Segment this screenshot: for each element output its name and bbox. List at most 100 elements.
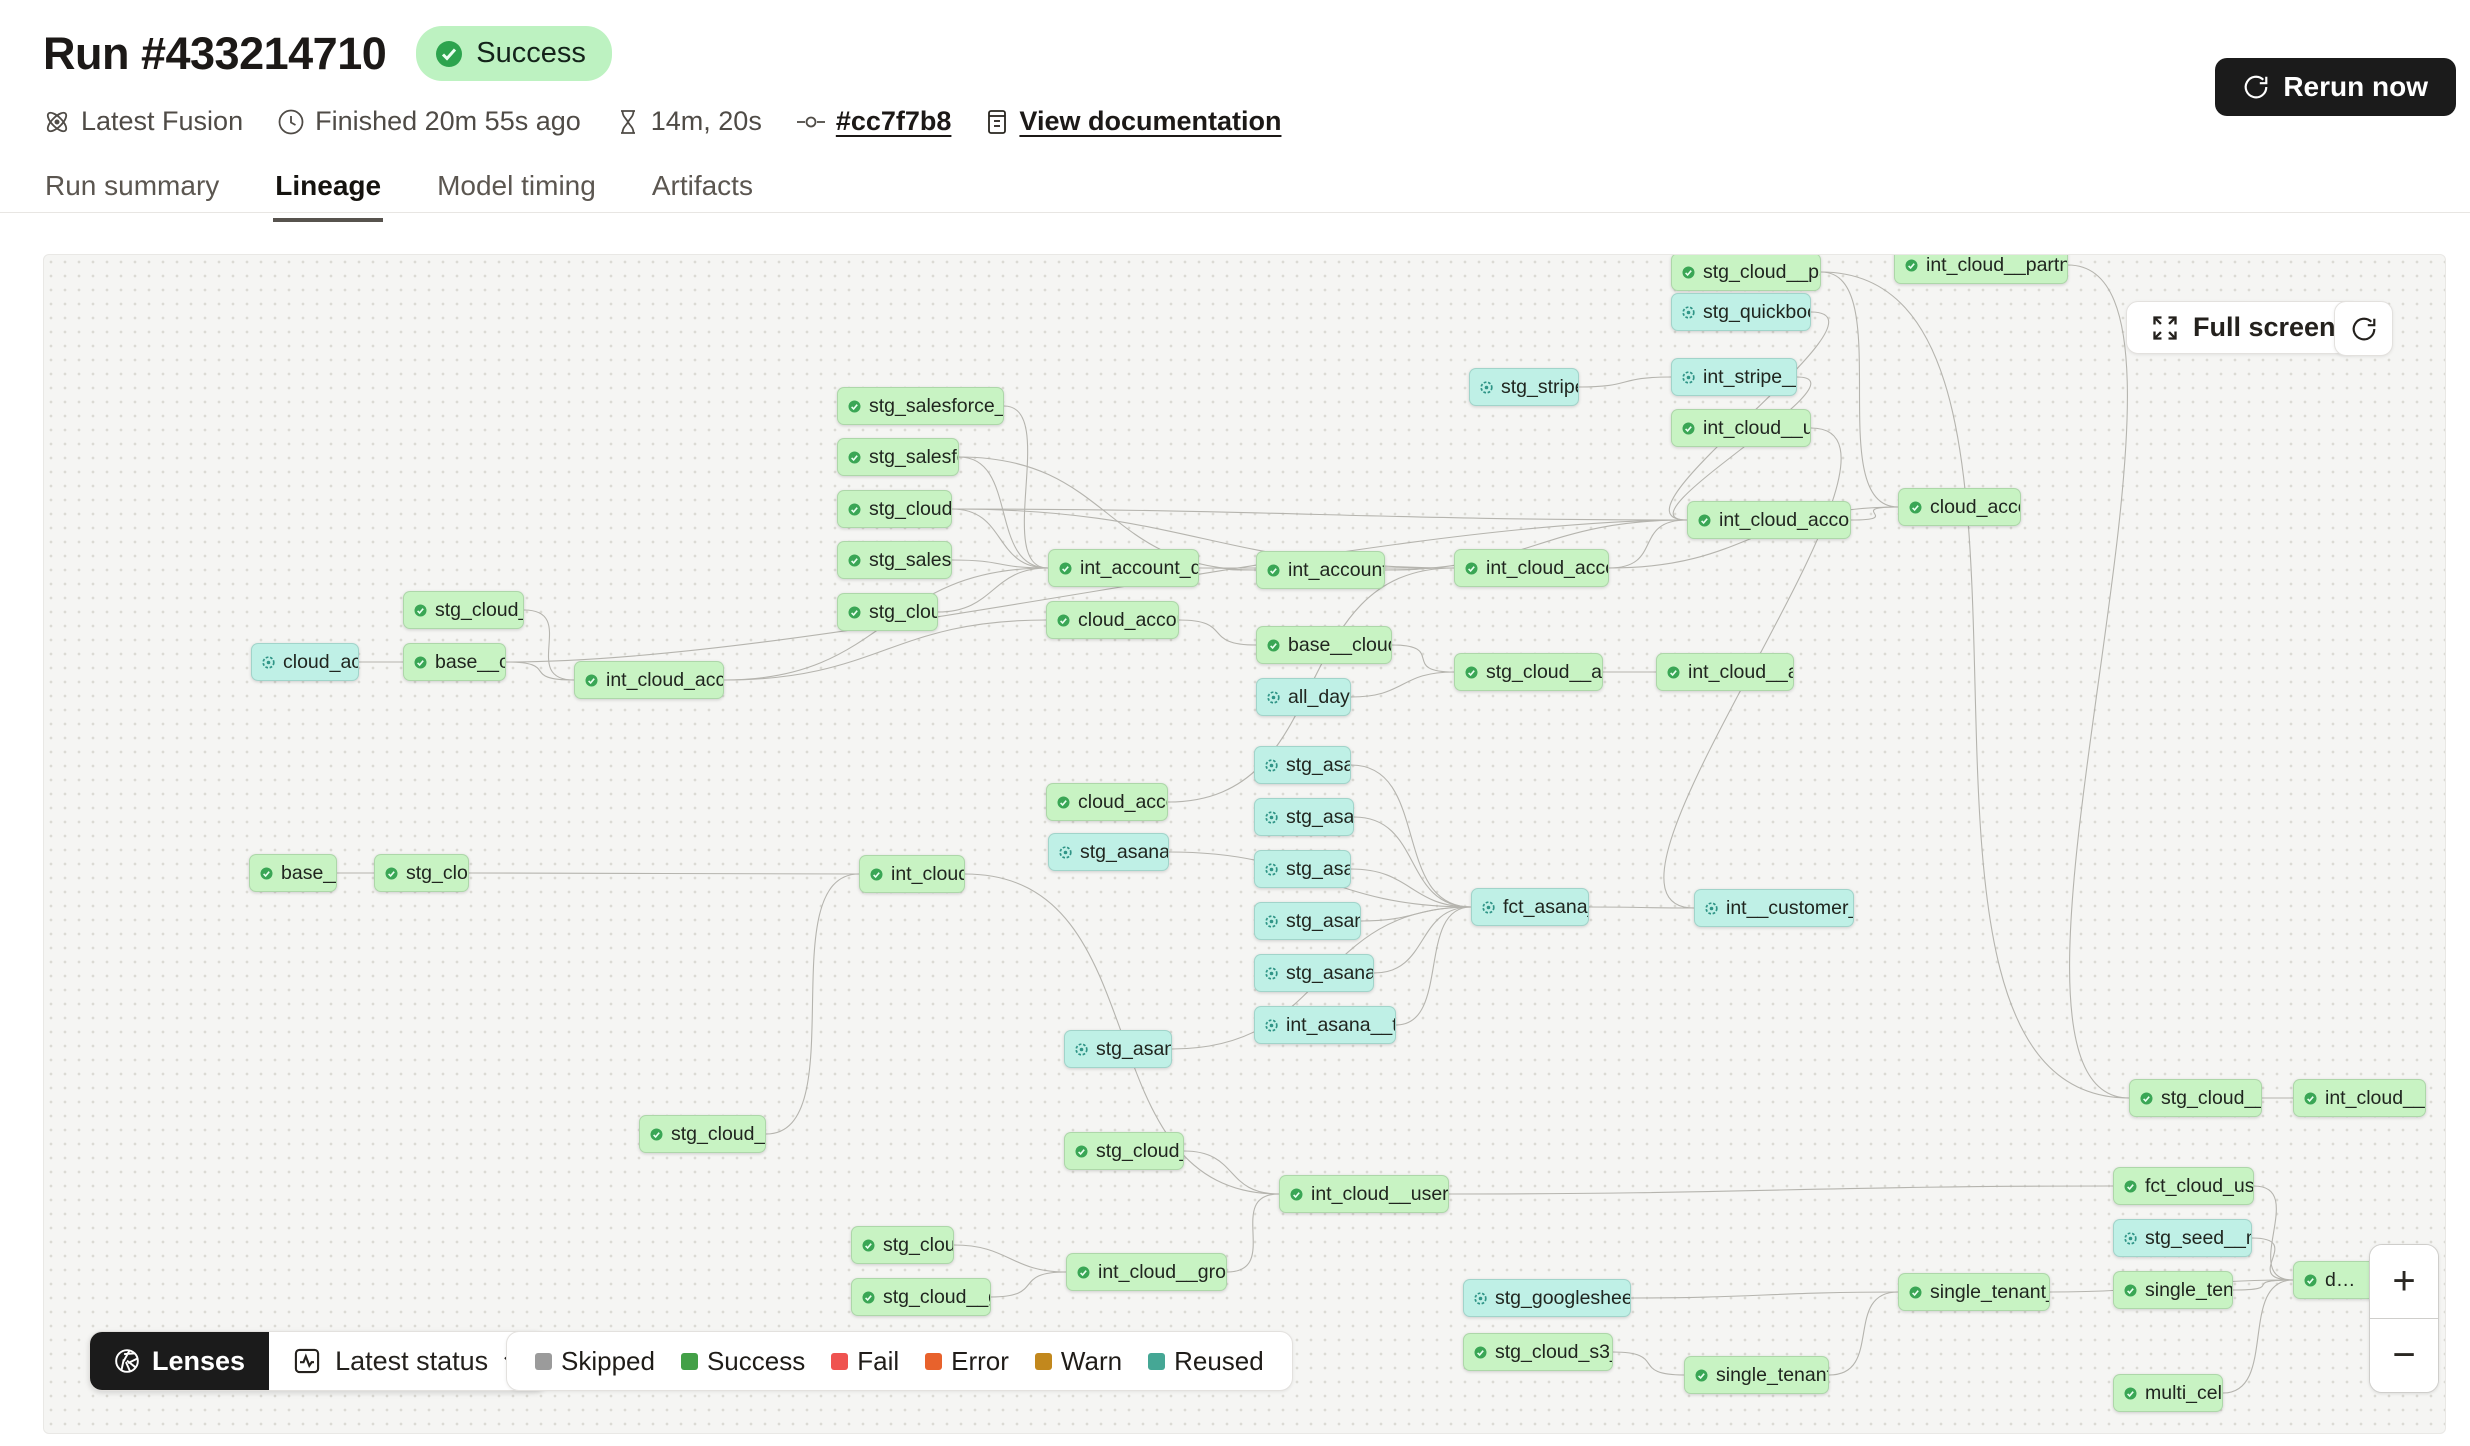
graph-node[interactable]: cloud_account… bbox=[1046, 783, 1168, 821]
graph-node[interactable]: stg_cloud__email… bbox=[639, 1115, 766, 1153]
graph-node[interactable]: stg_cloud__… bbox=[837, 593, 938, 631]
lenses-label: Lenses bbox=[152, 1346, 245, 1377]
reused-status-icon bbox=[1482, 901, 1495, 914]
lens-selected-value: Latest status bbox=[335, 1346, 488, 1377]
tab-run-summary[interactable]: Run summary bbox=[43, 162, 221, 222]
tab-lineage[interactable]: Lineage bbox=[273, 162, 383, 222]
graph-node-label: multi_cell_m… bbox=[2145, 1382, 2223, 1405]
graph-node[interactable]: multi_cell_m… bbox=[2113, 1374, 2223, 1412]
graph-node[interactable]: base__cloud_… bbox=[403, 643, 506, 681]
graph-node[interactable]: int_account_domain… bbox=[1048, 549, 1199, 587]
finished-meta: Finished 20m 55s ago bbox=[277, 106, 581, 137]
graph-node[interactable]: int_cloud__group_per… bbox=[1066, 1253, 1227, 1291]
graph-node[interactable]: stg_salesforce__cloud_… bbox=[837, 387, 1004, 425]
graph-node[interactable]: int_stripe__custo… bbox=[1671, 358, 1797, 396]
zoom-in-button[interactable]: + bbox=[2370, 1245, 2438, 1318]
graph-node[interactable]: stg_asana__… bbox=[1064, 1030, 1172, 1068]
tab-model-timing[interactable]: Model timing bbox=[435, 162, 598, 222]
graph-node[interactable]: base__clou… bbox=[249, 854, 337, 892]
graph-node-label: stg_cloud__email… bbox=[671, 1123, 766, 1146]
graph-node[interactable]: int_asana__task_s… bbox=[1254, 1006, 1396, 1044]
lineage-canvas[interactable]: stg_salesforce__cloud_…stg_salesforce_…s… bbox=[43, 254, 2446, 1434]
graph-node-label: stg_cloud__accounts… bbox=[1486, 661, 1603, 684]
graph-node[interactable]: int_cloud_account_ma… bbox=[1454, 549, 1609, 587]
legend-label: Skipped bbox=[561, 1346, 655, 1377]
legend-swatch bbox=[831, 1353, 848, 1370]
graph-node[interactable]: stg_seed__multireg… bbox=[2113, 1219, 2252, 1257]
graph-node[interactable]: stg_salesforce_… bbox=[837, 438, 959, 476]
success-status-icon bbox=[848, 606, 861, 619]
legend-label: Success bbox=[707, 1346, 805, 1377]
graph-node-label: int_cloud__user_group… bbox=[1311, 1183, 1449, 1206]
graph-node[interactable]: int_cloud__partner_con… bbox=[1894, 254, 2068, 284]
graph-node[interactable]: stg_googlesheets__sin… bbox=[1463, 1279, 1631, 1317]
graph-node-label: stg_asana… bbox=[1286, 858, 1351, 881]
graph-node[interactable]: stg_cloud__group… bbox=[851, 1278, 991, 1316]
graph-node[interactable]: fct_cloud_user_acc… bbox=[2113, 1167, 2254, 1205]
status-badge: Success bbox=[416, 26, 612, 81]
success-status-icon bbox=[1682, 266, 1695, 279]
graph-node[interactable]: stg_cloud__us… bbox=[1064, 1132, 1184, 1170]
graph-node[interactable]: int__customer_account… bbox=[1694, 889, 1854, 927]
full-screen-button[interactable]: Full screen bbox=[2126, 301, 2361, 354]
graph-node[interactable]: stg_asana_… bbox=[1254, 798, 1354, 836]
graph-node-label: stg_cloud_region… bbox=[435, 599, 524, 622]
rerun-now-button[interactable]: Rerun now bbox=[2215, 58, 2456, 116]
graph-node[interactable]: single_tenant_map… bbox=[1684, 1356, 1829, 1394]
graph-node[interactable]: int_cloud__user_ac… bbox=[1671, 409, 1811, 447]
graph-node[interactable]: int_cloud__devel… bbox=[2293, 1079, 2426, 1117]
graph-node[interactable]: all_days bbox=[1256, 678, 1351, 716]
graph-node[interactable]: int_cloud__us… bbox=[859, 855, 965, 893]
graph-node[interactable]: int_account_dom… bbox=[1256, 551, 1385, 589]
reused-status-icon bbox=[1265, 1019, 1278, 1032]
graph-node[interactable]: stg_cloud__us… bbox=[837, 490, 952, 528]
graph-node[interactable]: cloud_accounts_… bbox=[1046, 601, 1179, 639]
lens-selector[interactable]: Latest status bbox=[269, 1332, 546, 1390]
lenses-button[interactable]: Lenses bbox=[90, 1332, 269, 1390]
graph-node[interactable]: int_cloud__accoun… bbox=[1656, 653, 1794, 691]
success-status-icon bbox=[2304, 1274, 2317, 1287]
graph-node[interactable]: stg_cloud_region… bbox=[403, 591, 524, 629]
legend-label: Reused bbox=[1174, 1346, 1264, 1377]
commit-link[interactable]: #cc7f7b8 bbox=[836, 106, 952, 137]
graph-node[interactable]: stg_asana__tas… bbox=[1048, 833, 1169, 871]
graph-node-label: int_cloud__user_ac… bbox=[1703, 417, 1811, 440]
graph-node-label: stg_salesforce_… bbox=[869, 446, 959, 469]
success-status-icon bbox=[414, 604, 427, 617]
graph-node[interactable]: stg_cloud__accounts… bbox=[1454, 653, 1603, 691]
canvas-refresh-button[interactable] bbox=[2334, 301, 2393, 356]
graph-node-label: stg_asana__pr… bbox=[1286, 962, 1374, 985]
graph-node[interactable]: stg_cloud_s3_singl… bbox=[1463, 1333, 1613, 1371]
graph-node[interactable]: stg_cloud_… bbox=[851, 1226, 954, 1264]
tab-artifacts[interactable]: Artifacts bbox=[650, 162, 755, 222]
graph-node[interactable]: int_cloud_account_ma… bbox=[1687, 501, 1851, 539]
graph-node[interactable]: single_tenant_mapp… bbox=[1898, 1273, 2050, 1311]
graph-node[interactable]: stg_asana… bbox=[1254, 850, 1351, 888]
view-documentation-link[interactable]: View documentation bbox=[1019, 106, 1281, 137]
graph-node[interactable]: stg_cloud_… bbox=[374, 854, 469, 892]
graph-node[interactable]: stg_stripe__c… bbox=[1469, 368, 1579, 406]
graph-node[interactable]: int_cloud_account__m… bbox=[574, 661, 724, 699]
graph-node[interactable]: fct_asana_proj… bbox=[1471, 888, 1589, 926]
success-status-icon bbox=[1698, 514, 1711, 527]
graph-node[interactable]: stg_salesforce… bbox=[837, 541, 952, 579]
zoom-out-button[interactable]: − bbox=[2370, 1318, 2438, 1392]
graph-node-label: int_cloud__accoun… bbox=[1688, 661, 1794, 684]
fusion-meta: Latest Fusion bbox=[43, 106, 243, 137]
graph-node[interactable]: stg_cloud__devel… bbox=[2129, 1079, 2262, 1117]
reused-status-icon bbox=[1265, 759, 1278, 772]
graph-node[interactable]: stg_quickbooks__a… bbox=[1671, 293, 1811, 331]
graph-node[interactable]: int_cloud__user_group… bbox=[1279, 1175, 1449, 1213]
legend-item-skipped: Skipped bbox=[535, 1346, 655, 1377]
graph-node[interactable]: stg_cloud__partner_c… bbox=[1671, 254, 1821, 291]
graph-node-label: base__cloud_acco… bbox=[1288, 634, 1392, 657]
graph-node[interactable]: stg_asana__pr… bbox=[1254, 954, 1374, 992]
graph-node[interactable]: cloud_account… bbox=[1898, 488, 2021, 526]
graph-node[interactable]: stg_asana__… bbox=[1254, 902, 1361, 940]
graph-node[interactable]: base__cloud_acco… bbox=[1256, 626, 1392, 664]
graph-node[interactable]: cloud_account… bbox=[251, 643, 359, 681]
graph-node[interactable]: stg_asana… bbox=[1254, 746, 1351, 784]
graph-node-label: stg_asana… bbox=[1286, 754, 1351, 777]
graph-node[interactable]: single_tenant_… bbox=[2113, 1271, 2233, 1309]
rerun-now-label: Rerun now bbox=[2283, 71, 2428, 103]
